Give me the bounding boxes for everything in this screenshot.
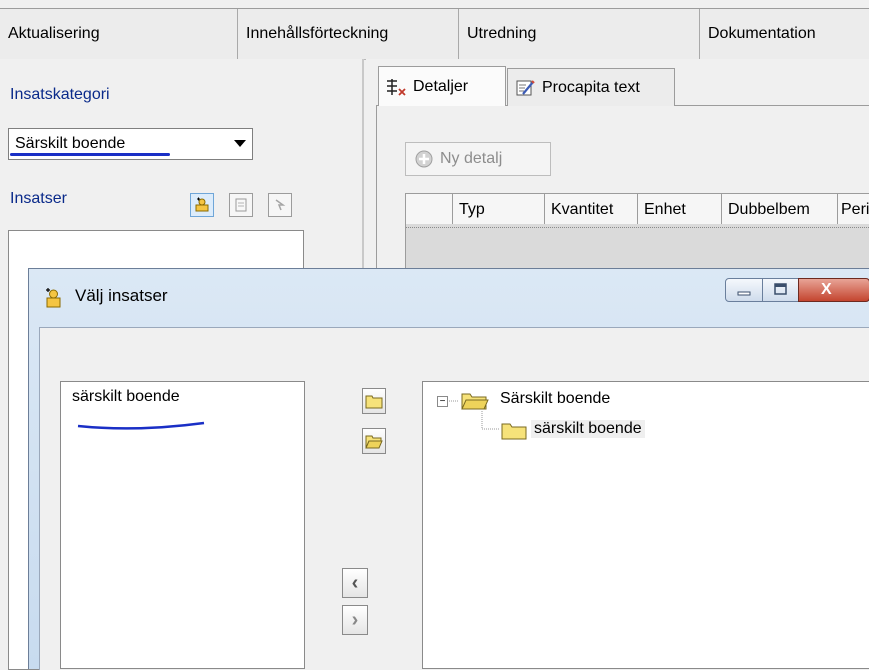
folder-open-icon [461,393,489,410]
top-tab-bar: Aktualisering Innehållsförteckning Utred… [0,8,869,60]
person-add-icon [46,288,61,308]
close-icon: X [821,281,832,298]
column-header-peri[interactable]: Peri [837,194,869,224]
add-folder-button[interactable] [362,388,386,414]
text-edit-icon [516,79,535,95]
column-header-dubbelbem[interactable]: Dubbelbem [721,194,837,224]
column-header-kvantitet[interactable]: Kvantitet [544,194,637,224]
minimize-button[interactable] [725,278,763,302]
plus-circle-icon [415,150,433,168]
insatskategori-label: Insatskategori [10,86,110,103]
insatser-label: Insatser [10,190,67,207]
tab-detaljer-label: Detaljer [413,77,469,95]
annotation-underline [10,153,170,156]
tab-procapita-label: Procapita text [542,78,640,96]
open-folder-button[interactable] [362,428,386,454]
edit-insats-button[interactable] [229,193,253,217]
remove-insats-button[interactable] [268,193,292,217]
tab-utredning[interactable]: Utredning [459,9,700,59]
document-icon [235,198,247,212]
grid-row-line [406,227,869,229]
tab-detaljer[interactable]: Detaljer [378,66,506,106]
tab-dokumentation[interactable]: Dokumentation [700,9,869,59]
details-icon [387,78,406,96]
chevron-right-icon: › [351,608,359,631]
minimize-icon [737,291,751,296]
folder-open-icon [365,435,383,449]
new-detail-button[interactable]: Ny detalj [405,142,551,176]
new-detail-label: Ny detalj [440,150,503,167]
maximize-button[interactable] [762,278,799,302]
list-item[interactable]: särskilt boende [72,388,180,406]
pointer-icon [275,199,286,211]
category-select-value: Särskilt boende [15,135,126,152]
person-add-icon [195,197,209,212]
move-left-button[interactable]: ‹ [342,568,368,598]
tab-innehallsforteckning[interactable]: Innehållsförteckning [238,9,459,59]
annotation-underline [77,421,205,430]
dialog-titlebar[interactable]: Välj insatser X [29,269,869,329]
chevron-left-icon: ‹ [351,571,359,594]
column-header-typ[interactable]: Typ [452,194,544,224]
column-header-enhet[interactable]: Enhet [637,194,721,224]
add-insats-button[interactable] [190,193,214,217]
detail-grid-header: Typ Kvantitet Enhet Dubbelbem Peri [405,193,869,225]
chevron-down-icon [234,140,246,147]
close-button[interactable]: X [798,278,869,302]
maximize-icon [774,283,787,295]
move-right-button[interactable]: › [342,605,368,635]
tab-procapita-text[interactable]: Procapita text [507,68,675,106]
grid-row-header [406,194,452,224]
dialog-title: Välj insatser [75,286,168,305]
tree-node-root[interactable]: Särskilt boende [500,390,610,408]
tree-node-child[interactable]: särskilt boende [531,420,645,438]
folder-icon [365,395,383,409]
folder-icon [501,423,527,440]
tab-aktualisering[interactable]: Aktualisering [0,9,238,59]
